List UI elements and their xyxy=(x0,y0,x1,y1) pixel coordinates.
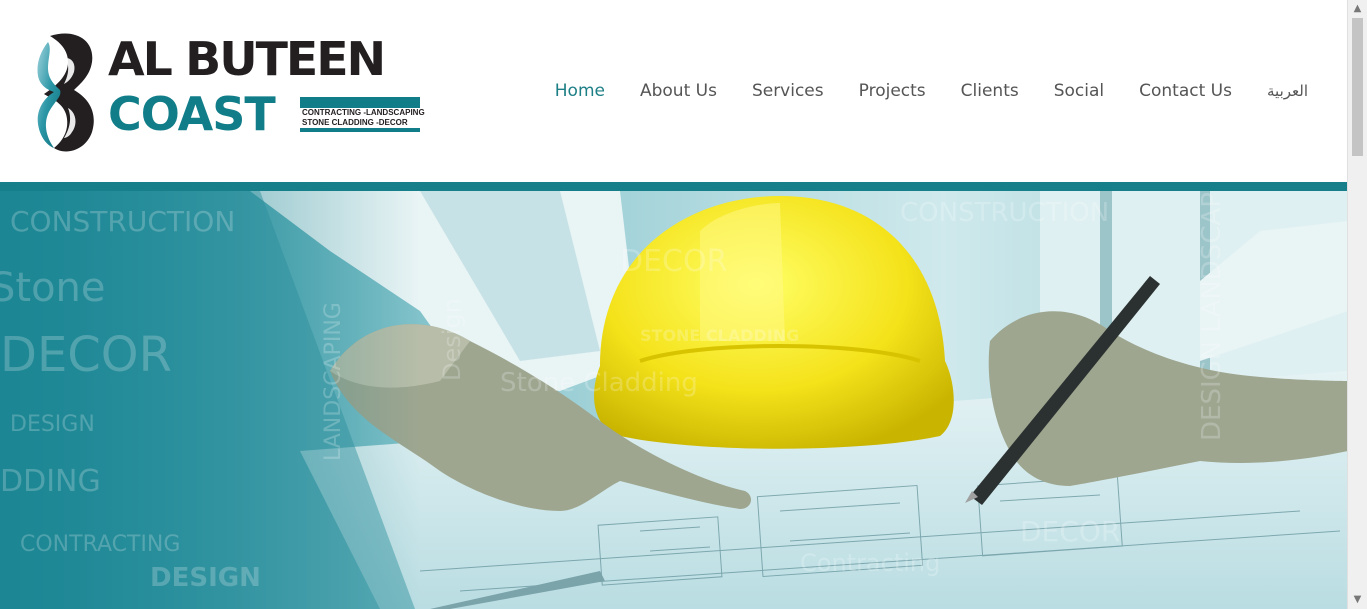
main-nav: Home About Us Services Projects Clients … xyxy=(555,79,1308,103)
nav-projects[interactable]: Projects xyxy=(859,79,926,103)
scroll-up-icon[interactable]: ▲ xyxy=(1348,0,1367,18)
site-logo[interactable]: AL BUTEEN COAST CONTRACTING -LANDSCAPING… xyxy=(30,28,427,156)
nav-about-us[interactable]: About Us xyxy=(640,79,717,103)
svg-text:Stone: Stone xyxy=(0,265,106,311)
svg-text:DESIGN: DESIGN xyxy=(150,563,261,593)
svg-text:Design: Design xyxy=(438,298,466,381)
nav-home[interactable]: Home xyxy=(555,79,605,103)
nav-contact-us[interactable]: Contact Us xyxy=(1139,79,1232,103)
svg-text:CONTRACTING: CONTRACTING xyxy=(20,532,180,557)
tagline-line2: STONE CLADDING -DECOR xyxy=(300,118,427,128)
logo-mark-icon xyxy=(37,33,94,152)
scroll-down-icon[interactable]: ▼ xyxy=(1348,591,1367,609)
vertical-scrollbar[interactable]: ▲ ▼ xyxy=(1347,0,1367,609)
svg-text:DDING: DDING xyxy=(0,464,101,499)
hero-banner: CONSTRUCTION Stone DECOR DESIGN DDING CO… xyxy=(0,191,1348,609)
nav-clients[interactable]: Clients xyxy=(961,79,1019,103)
svg-text:CONSTRUCTION: CONSTRUCTION xyxy=(10,205,235,238)
svg-text:DESIGN: DESIGN xyxy=(10,412,95,437)
site-header: AL BUTEEN COAST CONTRACTING -LANDSCAPING… xyxy=(0,0,1348,182)
svg-text:DECOR: DECOR xyxy=(0,327,172,383)
nav-social[interactable]: Social xyxy=(1054,79,1104,103)
tagline-line1: CONTRACTING -LANDSCAPING xyxy=(300,108,427,118)
svg-text:DESIGN LANDSCAPING: DESIGN LANDSCAPING xyxy=(1197,191,1227,441)
svg-text:STONE CLADDING: STONE CLADDING xyxy=(640,326,799,345)
svg-text:DECOR: DECOR xyxy=(620,244,727,279)
header-divider xyxy=(0,182,1348,191)
page: AL BUTEEN COAST CONTRACTING -LANDSCAPING… xyxy=(0,0,1348,609)
brand-name-line1: AL BUTEEN xyxy=(108,32,386,86)
nav-arabic-language[interactable]: العربية xyxy=(1267,79,1308,103)
svg-text:LANDSCAPING: LANDSCAPING xyxy=(321,302,346,461)
svg-text:DECOR: DECOR xyxy=(1020,515,1120,548)
svg-text:CONSTRUCTION: CONSTRUCTION xyxy=(900,198,1109,228)
hero-image: CONSTRUCTION Stone DECOR DESIGN DDING CO… xyxy=(0,191,1348,609)
nav-services[interactable]: Services xyxy=(752,79,824,103)
brand-name-line2: COAST xyxy=(108,87,276,141)
brand-tagline: CONTRACTING -LANDSCAPING STONE CLADDING … xyxy=(300,108,427,128)
svg-text:Contracting: Contracting xyxy=(800,549,940,577)
svg-text:Stone Cladding: Stone Cladding xyxy=(500,368,698,398)
scrollbar-thumb[interactable] xyxy=(1352,18,1363,156)
